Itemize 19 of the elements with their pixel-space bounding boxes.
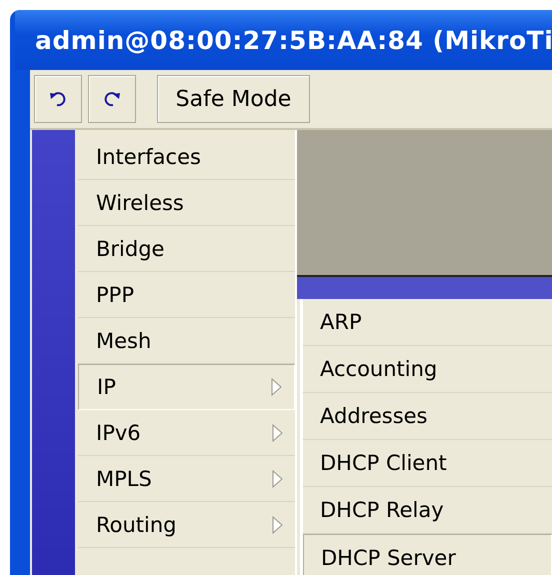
submenu-item[interactable]: DHCP Client [303,440,552,487]
menu-item[interactable]: IPv6 [78,410,295,456]
menu-item[interactable]: MPLS [78,456,295,502]
menu-item[interactable]: Routing [78,502,295,548]
redo-icon [103,91,121,107]
submenu-item[interactable]: ARP [303,299,552,346]
undo-button[interactable] [34,75,82,123]
undo-icon [49,91,67,107]
submenu-item[interactable]: Addresses [303,393,552,440]
submenu-item[interactable]: DHCP Server [303,534,552,575]
menu-item[interactable]: Bridge [78,226,295,272]
safe-mode-button[interactable]: Safe Mode [157,75,310,123]
menu-item[interactable]: PPP [78,272,295,318]
submenu-item[interactable]: Accounting [303,346,552,393]
menu-item[interactable]: IP [78,364,295,410]
menu-item[interactable]: Wireless [78,180,295,226]
window-title: admin@08:00:27:5B:AA:84 (MikroTi [35,26,552,54]
redo-button[interactable] [88,75,136,123]
menu-item[interactable]: Interfaces [78,134,295,180]
